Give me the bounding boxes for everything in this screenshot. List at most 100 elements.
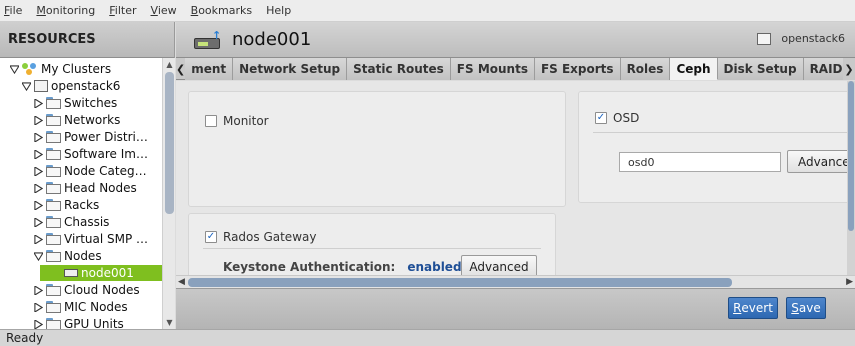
folder-icon (46, 250, 61, 262)
cluster-name: openstack6 (781, 32, 845, 45)
osd-checkbox-row[interactable]: ✓ OSD (595, 111, 639, 125)
scroll-right-icon[interactable]: ▶ (846, 277, 853, 287)
node-icon: ↑ (194, 30, 222, 49)
keystone-label: Keystone Authentication: (223, 260, 396, 274)
tab-static-routes[interactable]: Static Routes (347, 58, 451, 80)
tab-scroll-left-icon[interactable]: ❮ (176, 58, 185, 80)
collapsed-triangle-icon[interactable] (32, 148, 44, 160)
folder-icon (46, 148, 61, 160)
collapsed-triangle-icon[interactable] (32, 165, 44, 177)
folder-icon (46, 114, 61, 126)
menu-file[interactable]: File (4, 4, 22, 17)
tree-item-label: openstack6 (51, 79, 121, 93)
scroll-thumb[interactable] (165, 72, 174, 214)
tab-fs-exports[interactable]: FS Exports (534, 58, 621, 80)
tree-item-racks[interactable]: Racks (32, 197, 99, 213)
tree-item-switches[interactable]: Switches (32, 95, 117, 111)
collapsed-triangle-icon[interactable] (32, 301, 44, 313)
folder-icon (46, 182, 61, 194)
rados-checkbox-row[interactable]: ✓ Rados Gateway (205, 230, 316, 244)
rados-checkbox[interactable]: ✓ (205, 231, 217, 243)
scroll-thumb[interactable] (188, 278, 732, 287)
save-button[interactable]: Save (786, 297, 826, 319)
collapsed-triangle-icon[interactable] (32, 97, 44, 109)
collapsed-triangle-icon[interactable] (32, 233, 44, 245)
tab-fs-mounts[interactable]: FS Mounts (450, 58, 535, 80)
tree-item-power-distribution[interactable]: Power Distri… (32, 129, 148, 145)
tree-item-chassis[interactable]: Chassis (32, 214, 109, 230)
tree-item-networks[interactable]: Networks (32, 112, 120, 128)
tree-item-nodes[interactable]: Nodes (32, 248, 102, 264)
status-text: Ready (6, 331, 44, 345)
tree-item-mic-nodes[interactable]: MIC Nodes (32, 299, 128, 315)
collapsed-triangle-icon[interactable] (32, 284, 44, 296)
scroll-left-icon[interactable]: ◀ (178, 277, 185, 287)
tree-item-node-categories[interactable]: Node Categ… (32, 163, 147, 179)
menu-filter[interactable]: Filter (109, 4, 136, 17)
tree-item-label: Head Nodes (64, 181, 137, 195)
osd-name-input[interactable]: osd0 (619, 152, 781, 172)
tab-network-setup[interactable]: Network Setup (233, 58, 348, 80)
collapsed-triangle-icon[interactable] (32, 131, 44, 143)
folder-icon (46, 284, 61, 296)
tree-item-openstack6[interactable]: openstack6 (20, 78, 120, 94)
rados-label: Rados Gateway (223, 230, 317, 244)
tab-ceph[interactable]: Ceph (670, 58, 718, 80)
node-title: node001 (232, 29, 312, 50)
menu-view[interactable]: View (151, 4, 177, 17)
tree-item-virtual-smp[interactable]: Virtual SMP … (32, 231, 148, 247)
osd-card: ✓ OSD osd0 Advanced (578, 91, 847, 203)
osd-checkbox[interactable]: ✓ (595, 112, 607, 124)
tree-item-label: Chassis (64, 215, 110, 229)
tree-scrollbar[interactable]: ▲ ▼ (162, 58, 175, 329)
tree-item-label: Nodes (64, 249, 102, 263)
tree-item-gpu-units[interactable]: GPU Units (32, 316, 124, 329)
revert-button[interactable]: Revert (728, 297, 778, 319)
folder-icon (46, 318, 61, 329)
menu-monitoring[interactable]: Monitoring (36, 4, 95, 17)
tree-item-label: Racks (64, 198, 100, 212)
folder-icon (46, 97, 61, 109)
expanded-triangle-icon[interactable] (32, 250, 44, 262)
monitor-label: Monitor (223, 114, 269, 128)
resources-panel: RESOURCES My Clusters openstack6 Switche… (0, 22, 175, 329)
tree-item-label: MIC Nodes (64, 300, 128, 314)
tree-item-node001[interactable]: node001 (40, 265, 162, 281)
collapsed-triangle-icon[interactable] (32, 318, 44, 329)
tree-item-software-images[interactable]: Software Im… (32, 146, 148, 162)
action-footer: Revert Save (176, 288, 855, 329)
separator (203, 248, 541, 249)
tab-disk-setup[interactable]: Disk Setup (717, 58, 804, 80)
collapsed-triangle-icon[interactable] (32, 182, 44, 194)
osd-advanced-button[interactable]: Advanced (787, 150, 847, 173)
tab-roles[interactable]: Roles (620, 58, 671, 80)
collapsed-triangle-icon[interactable] (32, 114, 44, 126)
ceph-content: Monitor ✓ OSD osd0 Advanced ✓ Rados Gate… (176, 81, 847, 275)
tab-management[interactable]: ment (185, 58, 234, 80)
expanded-triangle-icon[interactable] (20, 80, 32, 92)
menu-bookmarks[interactable]: Bookmarks (191, 4, 252, 17)
rados-advanced-button[interactable]: Advanced (461, 255, 537, 275)
scroll-thumb[interactable] (848, 81, 854, 231)
monitor-checkbox-row[interactable]: Monitor (205, 114, 269, 128)
tree-item-my-clusters[interactable]: My Clusters (8, 61, 111, 77)
tab-bar: ❮ ment Network Setup Static Routes FS Mo… (176, 58, 855, 80)
content-horizontal-scrollbar[interactable]: ◀ ▶ (176, 275, 855, 288)
menu-bar: File Monitoring Filter View Bookmarks He… (0, 0, 855, 22)
content-vertical-scrollbar[interactable] (847, 81, 855, 275)
tab-scroll-right-icon[interactable]: ❯ (843, 58, 855, 80)
monitor-checkbox[interactable] (205, 115, 217, 127)
tree-item-head-nodes[interactable]: Head Nodes (32, 180, 137, 196)
collapsed-triangle-icon[interactable] (32, 199, 44, 211)
scroll-up-icon[interactable]: ▲ (165, 60, 174, 69)
menu-help[interactable]: Help (266, 4, 291, 17)
osd-label: OSD (613, 111, 640, 125)
folder-icon (46, 216, 61, 228)
scroll-down-icon[interactable]: ▼ (165, 318, 174, 327)
folder-icon (46, 301, 61, 313)
collapsed-triangle-icon[interactable] (32, 216, 44, 228)
resources-title: RESOURCES (0, 22, 174, 58)
tree-item-cloud-nodes[interactable]: Cloud Nodes (32, 282, 140, 298)
expanded-triangle-icon[interactable] (8, 63, 20, 75)
node-icon (64, 269, 78, 277)
